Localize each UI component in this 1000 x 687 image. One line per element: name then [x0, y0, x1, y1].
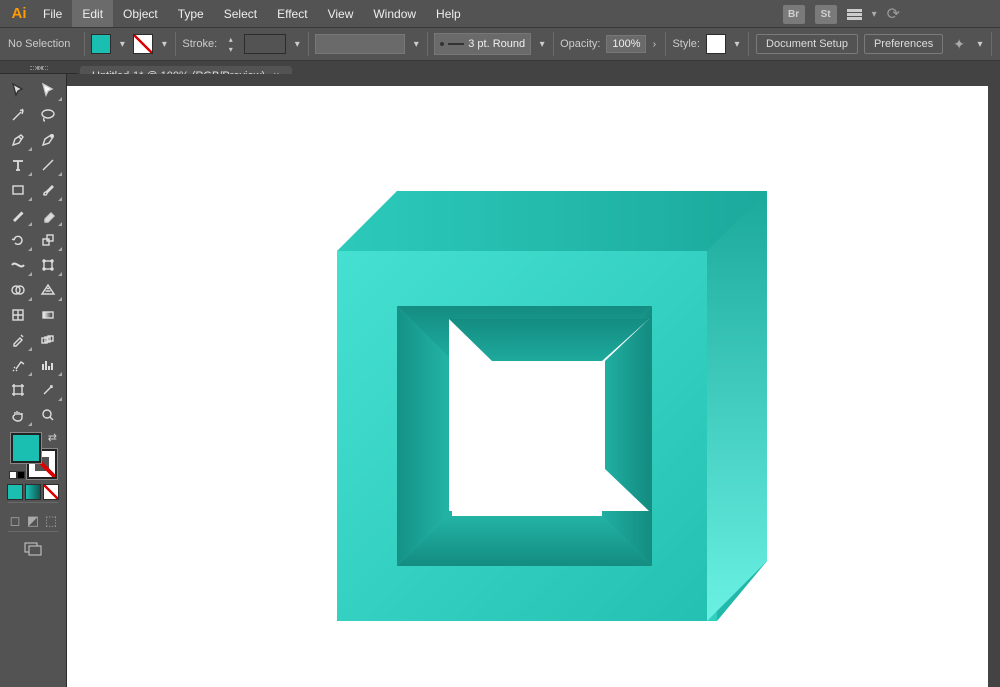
- arrange-docs-icon[interactable]: [847, 9, 862, 20]
- opacity-label: Opacity:: [560, 38, 600, 50]
- stroke-label: Stroke:: [182, 38, 217, 50]
- opacity-dropdown-icon[interactable]: ›: [649, 39, 659, 50]
- slice-tool[interactable]: [33, 377, 63, 402]
- brush-definition[interactable]: 3 pt. Round: [434, 33, 531, 55]
- align-to-icon[interactable]: ✦: [949, 36, 969, 53]
- brush-def-dropdown-icon[interactable]: ▾: [537, 39, 547, 50]
- gpu-performance-icon[interactable]: ⟳: [887, 4, 900, 24]
- pen-tool[interactable]: [3, 127, 33, 152]
- stock-icon[interactable]: St: [815, 5, 837, 24]
- draw-normal-icon[interactable]: ◻: [7, 513, 23, 529]
- style-label: Style:: [672, 38, 700, 50]
- line-tool[interactable]: [33, 152, 63, 177]
- preferences-button[interactable]: Preferences: [864, 34, 943, 54]
- stroke-weight-dropdown-icon[interactable]: ▾: [292, 39, 302, 50]
- bridge-icon[interactable]: Br: [783, 5, 805, 24]
- width-tool[interactable]: [3, 252, 33, 277]
- fill-dropdown-icon[interactable]: ▾: [117, 39, 127, 50]
- curvature-tool[interactable]: [33, 127, 63, 152]
- canvas[interactable]: [67, 86, 988, 687]
- color-mode-none[interactable]: [43, 484, 59, 500]
- zoom-tool[interactable]: [33, 402, 63, 427]
- arrange-dropdown-icon[interactable]: ▾: [872, 9, 877, 20]
- document-setup-button[interactable]: Document Setup: [756, 34, 858, 54]
- color-mode-gradient[interactable]: [25, 484, 41, 500]
- control-bar: No Selection ▾ ▾ Stroke: ▴▾ ▾ ▾ 3 pt. Ro…: [0, 27, 1000, 61]
- menu-edit[interactable]: Edit: [72, 0, 113, 27]
- type-tool[interactable]: [3, 152, 33, 177]
- style-swatch[interactable]: [706, 34, 726, 54]
- shaper-tool[interactable]: [3, 202, 33, 227]
- screen-mode-icon[interactable]: [24, 542, 42, 561]
- gradient-tool[interactable]: [33, 302, 63, 327]
- scale-tool[interactable]: [33, 227, 63, 252]
- rotate-tool[interactable]: [3, 227, 33, 252]
- default-fill-stroke-icon[interactable]: [9, 471, 25, 479]
- app-logo: Ai: [5, 0, 33, 27]
- fill-indicator[interactable]: [11, 433, 41, 463]
- menu-window[interactable]: Window: [363, 0, 426, 27]
- menu-help[interactable]: Help: [426, 0, 471, 27]
- lasso-tool[interactable]: [33, 102, 63, 127]
- draw-inside-icon[interactable]: ⬚: [43, 513, 59, 529]
- artwork-overlay: [337, 191, 777, 631]
- right-panel-collapsed[interactable]: [988, 74, 1000, 687]
- direct-selection-tool[interactable]: [33, 77, 63, 102]
- color-mode-solid[interactable]: [7, 484, 23, 500]
- rectangle-tool[interactable]: [3, 177, 33, 202]
- eraser-tool[interactable]: [33, 202, 63, 227]
- selection-tool[interactable]: [3, 77, 33, 102]
- tool-panel: ⇄ ◻ ◩ ⬚: [0, 74, 67, 687]
- mesh-tool[interactable]: [3, 302, 33, 327]
- selection-label: No Selection: [8, 38, 70, 50]
- eyedropper-tool[interactable]: [3, 327, 33, 352]
- brush-tool[interactable]: [33, 177, 63, 202]
- stroke-weight-stepper[interactable]: ▴▾: [223, 35, 238, 54]
- variable-width-profile[interactable]: [315, 34, 405, 54]
- blend-tool[interactable]: [33, 327, 63, 352]
- fill-swatch[interactable]: [91, 34, 111, 54]
- column-graph-tool[interactable]: [33, 352, 63, 377]
- draw-behind-icon[interactable]: ◩: [25, 513, 41, 529]
- menu-type[interactable]: Type: [168, 0, 214, 27]
- align-dropdown-icon[interactable]: ▾: [975, 39, 985, 50]
- menu-select[interactable]: Select: [214, 0, 267, 27]
- menu-view[interactable]: View: [318, 0, 364, 27]
- symbol-sprayer-tool[interactable]: [3, 352, 33, 377]
- menu-object[interactable]: Object: [113, 0, 168, 27]
- artboard-tool[interactable]: [3, 377, 33, 402]
- shape-builder-tool[interactable]: [3, 277, 33, 302]
- menu-file[interactable]: File: [33, 0, 72, 27]
- toolpanel-grip[interactable]: [30, 66, 48, 70]
- stroke-dropdown-icon[interactable]: ▾: [159, 39, 169, 50]
- menu-bar: Ai File Edit Object Type Select Effect V…: [0, 0, 1000, 27]
- stroke-swatch[interactable]: [133, 34, 153, 54]
- width-profile-dropdown-icon[interactable]: ▾: [411, 39, 421, 50]
- free-transform-tool[interactable]: [33, 252, 63, 277]
- perspective-grid-tool[interactable]: [33, 277, 63, 302]
- fill-stroke-indicator[interactable]: ⇄: [9, 431, 57, 479]
- swap-fill-stroke-icon[interactable]: ⇄: [48, 431, 57, 444]
- style-dropdown-icon[interactable]: ▾: [732, 39, 742, 50]
- stroke-weight-field[interactable]: [244, 34, 286, 54]
- menu-effect[interactable]: Effect: [267, 0, 317, 27]
- magic-wand-tool[interactable]: [3, 102, 33, 127]
- topright-icons: Br St ▾ ⟳: [783, 4, 900, 24]
- hand-tool[interactable]: [3, 402, 33, 427]
- opacity-input[interactable]: [606, 35, 646, 53]
